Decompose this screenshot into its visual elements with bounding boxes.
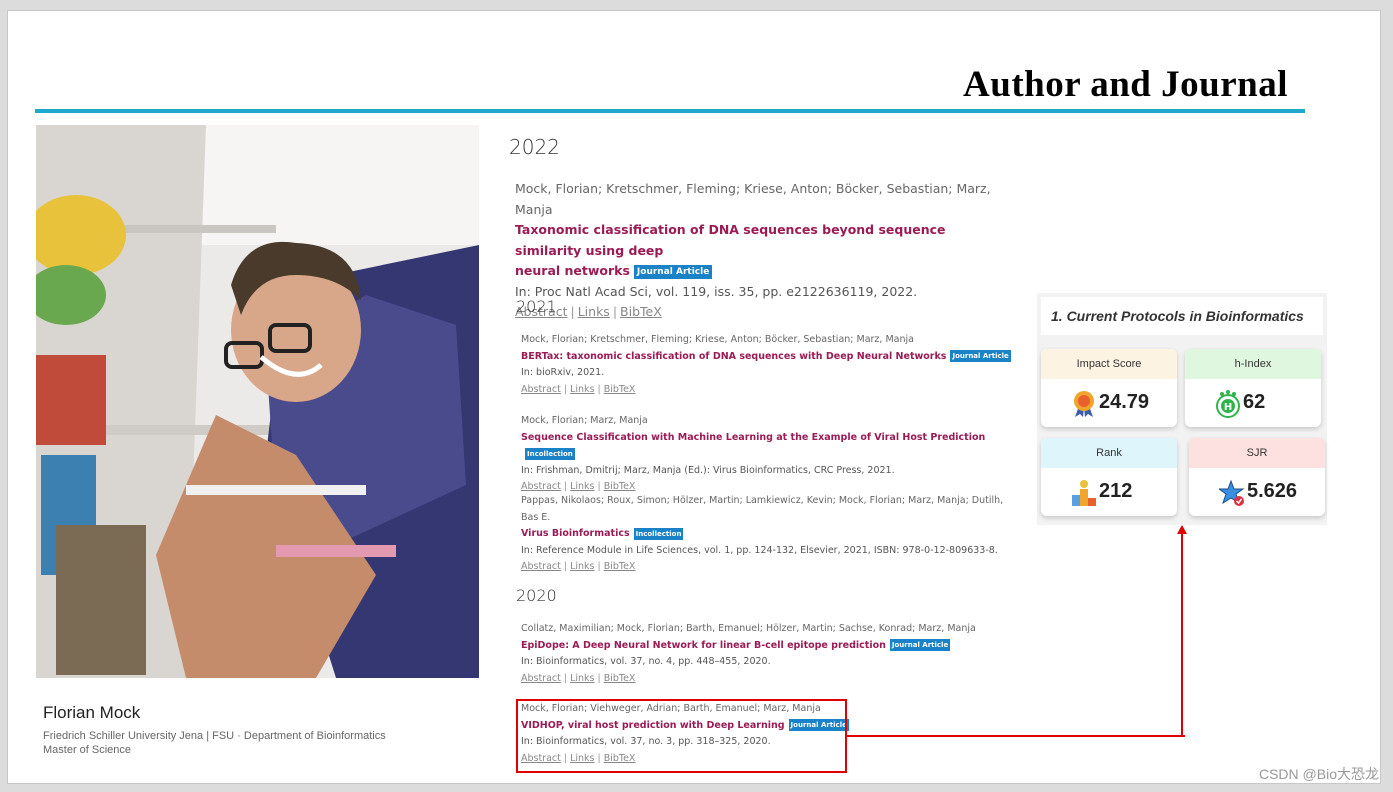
highlight-box bbox=[516, 699, 847, 773]
publication-venue: In: Reference Module in Life Sciences, v… bbox=[521, 544, 998, 556]
rank-card: Rank 212 bbox=[1041, 438, 1177, 516]
type-badge: Journal Article bbox=[889, 639, 951, 651]
type-badge: Journal Article bbox=[633, 264, 713, 279]
publication-entry: Mock, Florian; Marz, Manja Sequence Clas… bbox=[521, 413, 1021, 496]
links-link[interactable]: Links bbox=[578, 304, 610, 319]
link-separator: | bbox=[563, 481, 568, 492]
affiliation-text: Friedrich Schiller University Jena | FSU… bbox=[43, 730, 386, 742]
h-index-card: h-Index H 62 bbox=[1185, 349, 1321, 427]
links-link[interactable]: Links bbox=[570, 561, 594, 572]
publication-entry: Collatz, Maximilian; Mock, Florian; Bart… bbox=[521, 621, 1021, 687]
publication-links: Abstract | Links | BibTeX bbox=[521, 559, 1021, 576]
h-index-value: 62 bbox=[1243, 391, 1266, 413]
abstract-link[interactable]: Abstract bbox=[521, 673, 561, 684]
link-separator: | bbox=[563, 383, 568, 395]
journal-panel-header: 1. Current Protocols in Bioinformatics bbox=[1041, 297, 1323, 335]
link-separator: | bbox=[597, 561, 601, 572]
bibtex-link[interactable]: BibTeX bbox=[604, 481, 636, 492]
author-name: Florian Mock bbox=[43, 703, 141, 722]
publication-title[interactable]: EpiDope: A Deep Neural Network for linea… bbox=[521, 638, 1021, 655]
publication-links: Abstract | Links | BibTeX bbox=[515, 302, 1015, 323]
slide: Author and Journal Florian Mock Friedric… bbox=[7, 10, 1381, 784]
publication-title-text[interactable]: EpiDope: A Deep Neural Network for linea… bbox=[521, 640, 886, 651]
publication-entry: Pappas, Nikolaos; Roux, Simon; Hölzer, M… bbox=[521, 493, 1021, 576]
link-separator: | bbox=[597, 383, 601, 395]
links-link[interactable]: Links bbox=[570, 481, 594, 492]
publication-title[interactable]: Sequence Classification with Machine Lea… bbox=[521, 430, 1021, 463]
publication-authors: Mock, Florian; Kretschmer, Fleming; Krie… bbox=[521, 334, 914, 345]
publication-title-text[interactable]: Sequence Classification with Machine Lea… bbox=[521, 432, 985, 443]
links-link[interactable]: Links bbox=[570, 384, 594, 395]
bibtex-link[interactable]: BibTeX bbox=[604, 561, 636, 572]
type-badge: Incollection bbox=[633, 527, 684, 540]
type-badge: Journal Article bbox=[950, 350, 1011, 362]
award-medal-icon bbox=[1074, 391, 1094, 417]
publication-entry: Mock, Florian; Kretschmer, Fleming; Krie… bbox=[515, 179, 1015, 323]
sjr-label: SJR bbox=[1189, 438, 1325, 468]
year-heading-2020: 2020 bbox=[516, 586, 557, 605]
publication-title-text[interactable]: BERTax: taxonomic classification of DNA … bbox=[521, 351, 946, 362]
bibtex-link[interactable]: BibTeX bbox=[620, 304, 662, 319]
publication-venue: In: Bioinformatics, vol. 37, no. 4, pp. … bbox=[521, 656, 771, 667]
publication-links: Abstract | Links | BibTeX bbox=[521, 382, 1021, 399]
podium-icon bbox=[1072, 480, 1096, 506]
publication-title-text[interactable]: Virus Bioinformatics bbox=[521, 528, 630, 539]
link-separator: | bbox=[612, 304, 618, 319]
journal-name: 1. Current Protocols in Bioinformatics bbox=[1051, 308, 1304, 324]
title-underline bbox=[35, 109, 1305, 113]
journal-metrics-panel: 1. Current Protocols in Bioinformatics I… bbox=[1037, 293, 1327, 525]
arrow-head-icon bbox=[1177, 525, 1187, 534]
year-heading-2021: 2021 bbox=[516, 297, 557, 316]
star-check-icon bbox=[1219, 479, 1245, 506]
bibtex-link[interactable]: BibTeX bbox=[604, 384, 636, 395]
author-affiliation: Friedrich Schiller University Jena | FSU… bbox=[43, 729, 386, 757]
bibtex-link[interactable]: BibTeX bbox=[604, 673, 636, 684]
publication-entry: Mock, Florian; Kretschmer, Fleming; Krie… bbox=[521, 332, 1021, 398]
svg-text:H: H bbox=[1224, 402, 1232, 413]
year-heading-2022: 2022 bbox=[509, 135, 560, 159]
impact-score-label: Impact Score bbox=[1041, 349, 1177, 379]
publication-venue: In: Proc Natl Acad Sci, vol. 119, iss. 3… bbox=[515, 283, 918, 299]
link-separator: | bbox=[570, 304, 575, 319]
slide-title: Author and Journal bbox=[963, 64, 1288, 105]
impact-score-card: Impact Score 24.79 bbox=[1041, 349, 1177, 427]
type-badge: Incollection bbox=[525, 447, 575, 460]
link-separator: | bbox=[597, 481, 601, 492]
author-photo bbox=[36, 125, 479, 678]
impact-score-value: 24.79 bbox=[1099, 391, 1150, 413]
publication-title-line2[interactable]: neural networks bbox=[515, 263, 630, 278]
publication-authors: Mock, Florian; Kretschmer, Fleming; Krie… bbox=[515, 181, 991, 217]
sjr-value: 5.626 bbox=[1247, 480, 1298, 502]
rank-label: Rank bbox=[1041, 438, 1177, 468]
abstract-link[interactable]: Abstract bbox=[521, 384, 561, 395]
h-star-badge-icon: H bbox=[1216, 390, 1240, 418]
degree-text: Master of Science bbox=[43, 744, 132, 756]
h-index-label: h-Index bbox=[1185, 349, 1321, 379]
link-separator: | bbox=[597, 672, 601, 684]
publication-authors: Collatz, Maximilian; Mock, Florian; Bart… bbox=[521, 623, 976, 634]
publication-title-line1[interactable]: Taxonomic classification of DNA sequence… bbox=[515, 222, 946, 258]
rank-value: 212 bbox=[1099, 480, 1133, 502]
publication-title[interactable]: BERTax: taxonomic classification of DNA … bbox=[521, 349, 1021, 366]
sjr-card: SJR 5.626 bbox=[1189, 438, 1325, 516]
connector-line-vertical bbox=[1181, 533, 1183, 737]
link-separator: | bbox=[563, 672, 568, 684]
abstract-link[interactable]: Abstract bbox=[521, 481, 561, 492]
publication-authors: Mock, Florian; Marz, Manja bbox=[521, 415, 648, 426]
publication-venue: In: Frishman, Dmitrij; Marz, Manja (Ed.)… bbox=[521, 464, 895, 476]
publication-authors: Pappas, Nikolaos; Roux, Simon; Hölzer, M… bbox=[521, 495, 1004, 523]
connector-line bbox=[847, 735, 1185, 737]
publication-title[interactable]: Virus Bioinformatics Incollection bbox=[521, 526, 1021, 543]
publication-links: Abstract | Links | BibTeX bbox=[521, 671, 1021, 688]
link-separator: | bbox=[563, 561, 568, 572]
publication-venue: In: bioRxiv, 2021. bbox=[521, 367, 605, 378]
links-link[interactable]: Links bbox=[570, 673, 594, 684]
watermark: CSDN @Bio大恐龙 bbox=[1258, 766, 1379, 782]
abstract-link[interactable]: Abstract bbox=[521, 561, 561, 572]
publication-title[interactable]: Taxonomic classification of DNA sequence… bbox=[515, 220, 1015, 282]
